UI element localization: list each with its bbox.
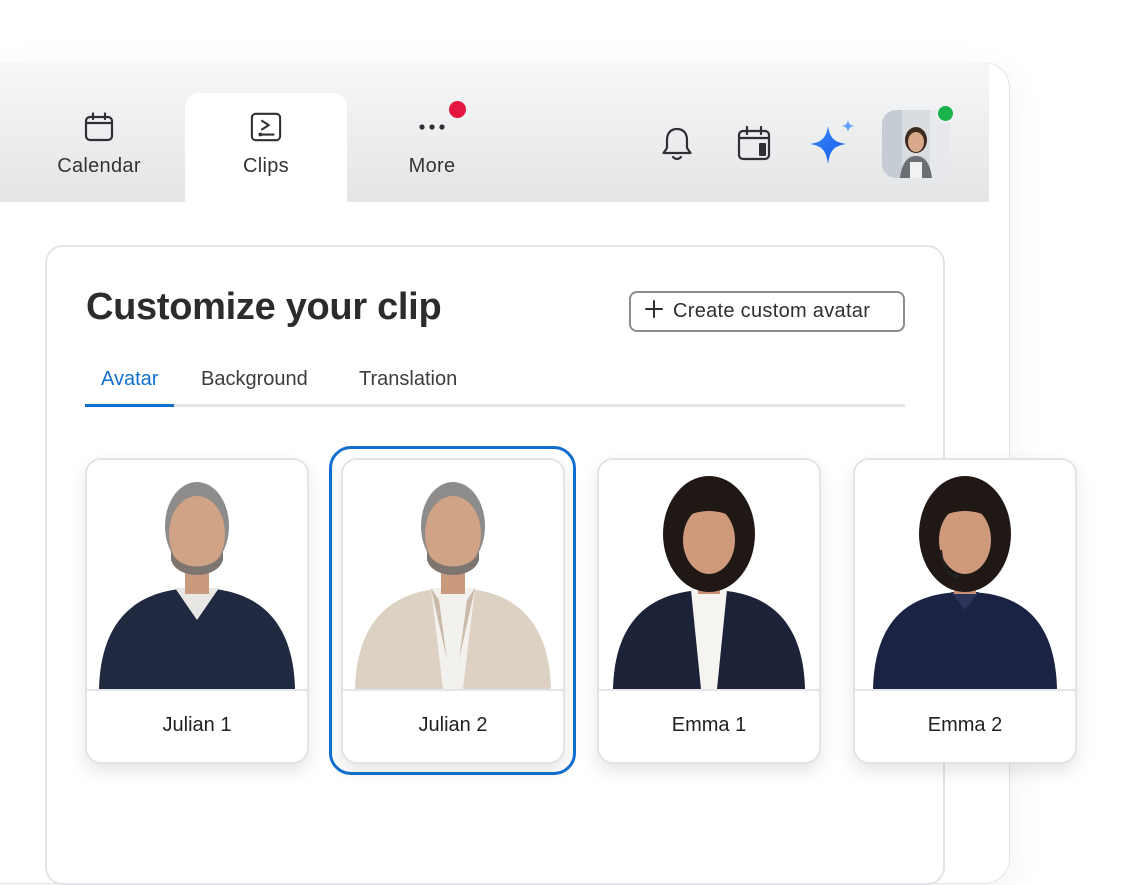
notification-dot (449, 101, 466, 118)
nav-tab-calendar[interactable]: Calendar (18, 93, 180, 202)
avatar-name: Julian 1 (162, 714, 232, 736)
calendar-icon (83, 111, 115, 143)
customize-tabs: Avatar Background Translation (85, 364, 905, 407)
avatar-photo (343, 460, 563, 691)
tab-avatar[interactable]: Avatar (85, 368, 175, 407)
avatar-photo (87, 460, 307, 691)
avatar-photo (599, 460, 819, 691)
clips-icon (250, 111, 282, 143)
nav-tab-label: Clips (243, 155, 289, 177)
avatar-name: Emma 1 (671, 714, 747, 736)
tab-background[interactable]: Background (185, 368, 324, 401)
page-title: Customize your clip (86, 286, 442, 328)
more-icon (416, 111, 448, 143)
bell-icon[interactable] (657, 122, 697, 166)
ai-sparkle-icon[interactable] (806, 118, 858, 170)
nav-tab-label: More (408, 155, 456, 177)
avatar-card-emma-2[interactable]: Emma 2 (853, 458, 1077, 764)
avatar-name: Julian 2 (418, 714, 488, 736)
nav-tab-clips[interactable]: Clips (185, 93, 347, 202)
nav-tab-label: Calendar (57, 155, 141, 177)
calendar-side-icon[interactable] (734, 122, 774, 166)
nav-tab-more[interactable]: More (351, 93, 513, 202)
create-custom-avatar-button[interactable]: Create custom avatar (629, 291, 905, 332)
tab-translation[interactable]: Translation (343, 368, 473, 401)
presence-indicator (936, 104, 955, 123)
avatar-photo (855, 460, 1075, 691)
avatar-card-emma-1[interactable]: Emma 1 (597, 458, 821, 764)
create-custom-avatar-label: Create custom avatar (673, 300, 871, 322)
avatar-card-julian-2[interactable]: Julian 2 (341, 458, 565, 764)
avatar-name: Emma 2 (927, 714, 1003, 736)
plus-icon (645, 299, 663, 324)
avatar-card-julian-1[interactable]: Julian 1 (85, 458, 309, 764)
